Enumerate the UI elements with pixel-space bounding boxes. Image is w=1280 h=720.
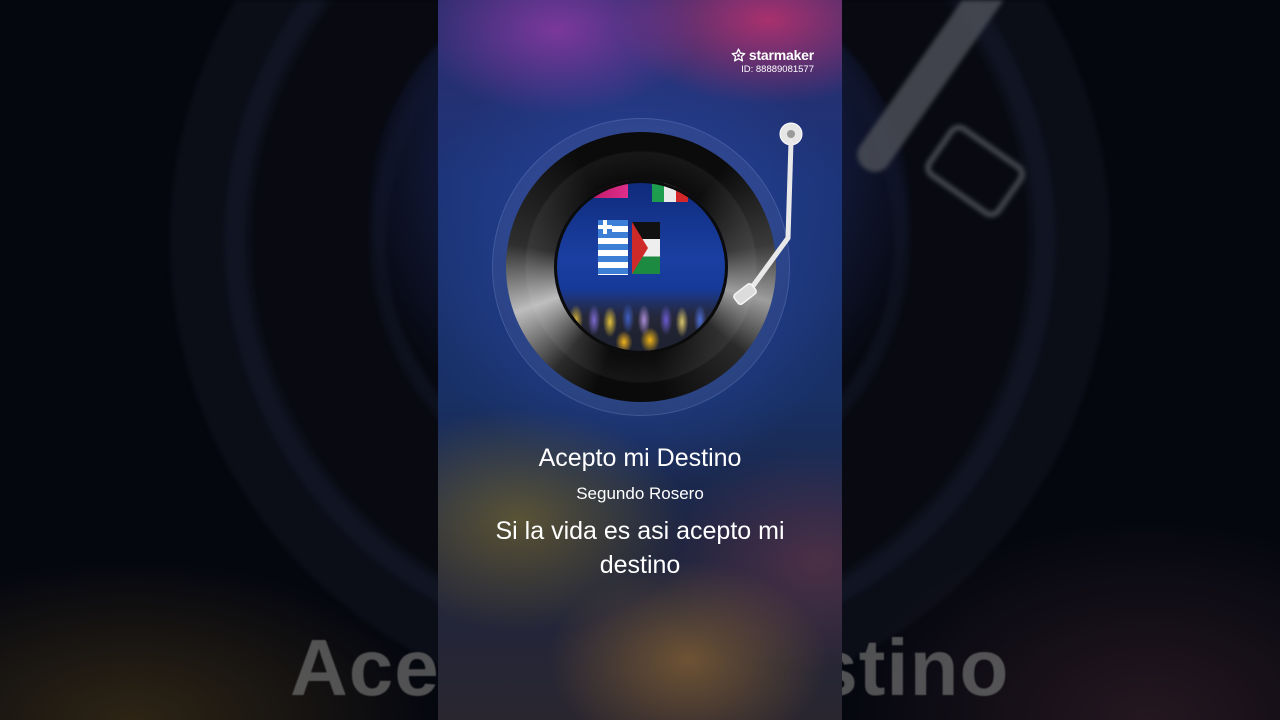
label-rim xyxy=(554,180,728,354)
song-title: Acepto mi Destino xyxy=(538,444,742,472)
song-artist: Segundo Rosero xyxy=(576,484,704,503)
star-icon xyxy=(731,47,746,62)
brand-name: starmaker xyxy=(748,47,814,63)
user-id: ID: 88889081577 xyxy=(741,64,814,75)
tonearm xyxy=(733,122,803,306)
lyric-line: Si la vida es asi acepto mi destino xyxy=(495,517,785,579)
watermark: starmaker ID: 88889081577 xyxy=(731,47,814,75)
video-panel: starmaker ID: 88889081577 Acepto mi Dest… xyxy=(438,0,842,720)
